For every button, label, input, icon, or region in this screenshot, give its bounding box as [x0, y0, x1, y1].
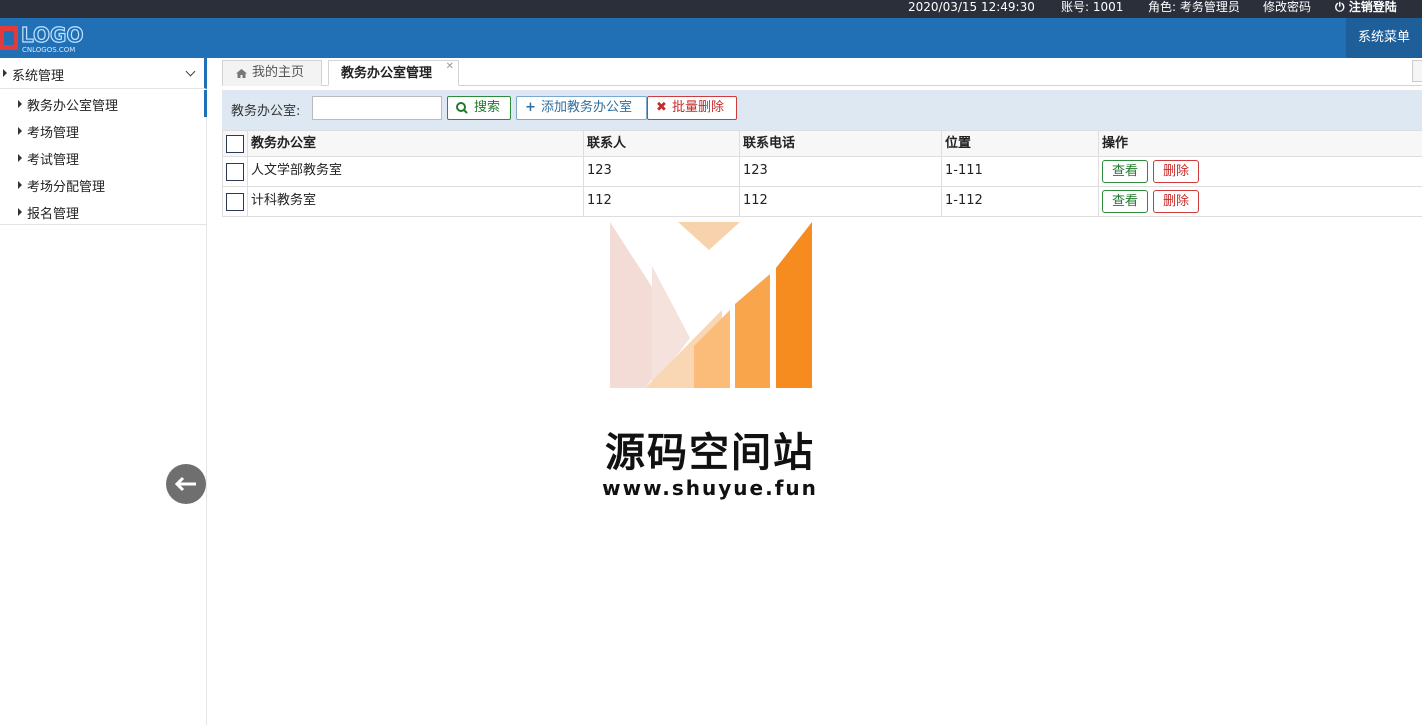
search-button[interactable]: 搜索 [447, 96, 511, 120]
system-menu-button[interactable]: 系统菜单 [1346, 18, 1422, 58]
app-header: LOGO CNLOGOS.COM 系统菜单 [0, 18, 1422, 58]
role-label: 角色: 考务管理员 [1148, 0, 1240, 14]
sidebar-item-room-allocation[interactable]: 考场分配管理 [0, 171, 207, 198]
phone-cell: 112 [739, 187, 941, 216]
office-field-label: 教务办公室: [231, 104, 301, 119]
column-header[interactable]: 位置 [941, 131, 1098, 156]
actions-cell: 查看 删除 [1098, 157, 1422, 186]
caret-right-icon [18, 154, 22, 162]
caret-right-icon [18, 208, 22, 216]
plus-icon: + [525, 100, 536, 115]
table-row: 人文学部教务室 123 123 1-111 查看 删除 [222, 157, 1422, 187]
add-office-button[interactable]: + 添加教务办公室 [516, 96, 647, 120]
row-select-cell [222, 187, 247, 216]
office-cell: 计科教务室 [247, 187, 583, 216]
sidebar-item-exam[interactable]: 考试管理 [0, 144, 207, 171]
select-all-cell [222, 131, 247, 156]
sidebar-item-registration[interactable]: 报名管理 [0, 198, 207, 225]
table-header-row: 教务办公室 联系人 联系电话 位置 操作 [222, 130, 1422, 157]
home-icon [236, 69, 247, 78]
view-button[interactable]: 查看 [1102, 160, 1148, 183]
row-select-cell [222, 157, 247, 186]
watermark-title: 源码空间站 [605, 430, 815, 476]
arrow-left-icon [174, 476, 196, 492]
account-label: 账号: 1001 [1061, 0, 1124, 14]
caret-right-icon [18, 127, 22, 135]
close-icon[interactable]: ✕ [446, 55, 454, 79]
sidebar-item-label: 教务办公室管理 [27, 99, 119, 114]
phone-cell: 123 [739, 157, 941, 186]
tab-office-management[interactable]: 教务办公室管理 ✕ [328, 60, 459, 86]
logo-text: LOGO [21, 23, 83, 47]
tab-scroll-button[interactable] [1412, 60, 1422, 82]
office-cell: 人文学部教务室 [247, 157, 583, 186]
tab-home[interactable]: 我的主页 [222, 60, 322, 86]
search-toolbar: 教务办公室: 搜索 + 添加教务办公室 ✖ 批量删除 [222, 90, 1422, 130]
column-header[interactable]: 教务办公室 [247, 131, 583, 156]
sidebar-group-label: 系统管理 [12, 69, 65, 84]
watermark-url: www.shuyue.fun [602, 476, 818, 500]
office-search-input[interactable] [312, 96, 442, 120]
batch-delete-label: 批量删除 [672, 100, 725, 115]
collapse-sidebar-button[interactable] [166, 464, 206, 504]
table-row: 计科教务室 112 112 1-112 查看 删除 [222, 187, 1422, 217]
caret-right-icon [3, 69, 7, 77]
sidebar-group-system[interactable]: 系统管理 [0, 58, 207, 89]
contact-cell: 112 [583, 187, 739, 216]
current-datetime: 2020/03/15 12:49:30 [908, 0, 1035, 14]
location-cell: 1-111 [941, 157, 1098, 186]
contact-cell: 123 [583, 157, 739, 186]
tab-bar: 我的主页 教务办公室管理 ✕ [222, 59, 1422, 86]
sidebar-item-office[interactable]: 教务办公室管理 [0, 90, 207, 117]
top-info-bar: 2020/03/15 12:49:30 账号: 1001 角色: 考务管理员 修… [0, 0, 1422, 18]
column-header[interactable]: 联系人 [583, 131, 739, 156]
change-password-link[interactable]: 修改密码 [1263, 0, 1311, 14]
sidebar-item-label: 考场分配管理 [27, 180, 106, 195]
row-checkbox[interactable] [226, 193, 244, 211]
row-checkbox[interactable] [226, 163, 244, 181]
logo-subtext: CNLOGOS.COM [22, 46, 75, 54]
column-header: 操作 [1098, 131, 1422, 156]
logout-link[interactable]: ⏻ 注销登陆 [1335, 0, 1397, 14]
tab-label: 教务办公室管理 [341, 66, 433, 81]
location-cell: 1-112 [941, 187, 1098, 216]
select-all-checkbox[interactable] [226, 135, 244, 153]
search-icon [456, 97, 468, 127]
caret-right-icon [18, 181, 22, 189]
sidebar-item-label: 考试管理 [27, 153, 80, 168]
column-header[interactable]: 联系电话 [739, 131, 941, 156]
sidebar: 系统管理 教务办公室管理 考场管理 考试管理 考场分配管理 报名管理 [0, 58, 207, 725]
sidebar-item-label: 考场管理 [27, 126, 80, 141]
brand-logo: LOGO CNLOGOS.COM [0, 22, 84, 54]
close-icon: ✖ [656, 100, 667, 115]
delete-button[interactable]: 删除 [1153, 160, 1199, 183]
add-button-label: 添加教务办公室 [541, 100, 633, 115]
caret-right-icon [18, 100, 22, 108]
sidebar-item-exam-room[interactable]: 考场管理 [0, 117, 207, 144]
batch-delete-button[interactable]: ✖ 批量删除 [647, 96, 737, 120]
search-button-label: 搜索 [474, 100, 501, 115]
logout-label: 注销登陆 [1348, 0, 1397, 14]
power-icon: ⏻ [1335, 0, 1345, 14]
delete-button[interactable]: 删除 [1153, 190, 1199, 213]
tab-label: 我的主页 [252, 65, 305, 80]
view-button[interactable]: 查看 [1102, 190, 1148, 213]
actions-cell: 查看 删除 [1098, 187, 1422, 216]
sidebar-item-label: 报名管理 [27, 207, 80, 222]
sidebar-menu: 教务办公室管理 考场管理 考试管理 考场分配管理 报名管理 [0, 90, 207, 225]
chevron-down-icon [185, 66, 196, 77]
